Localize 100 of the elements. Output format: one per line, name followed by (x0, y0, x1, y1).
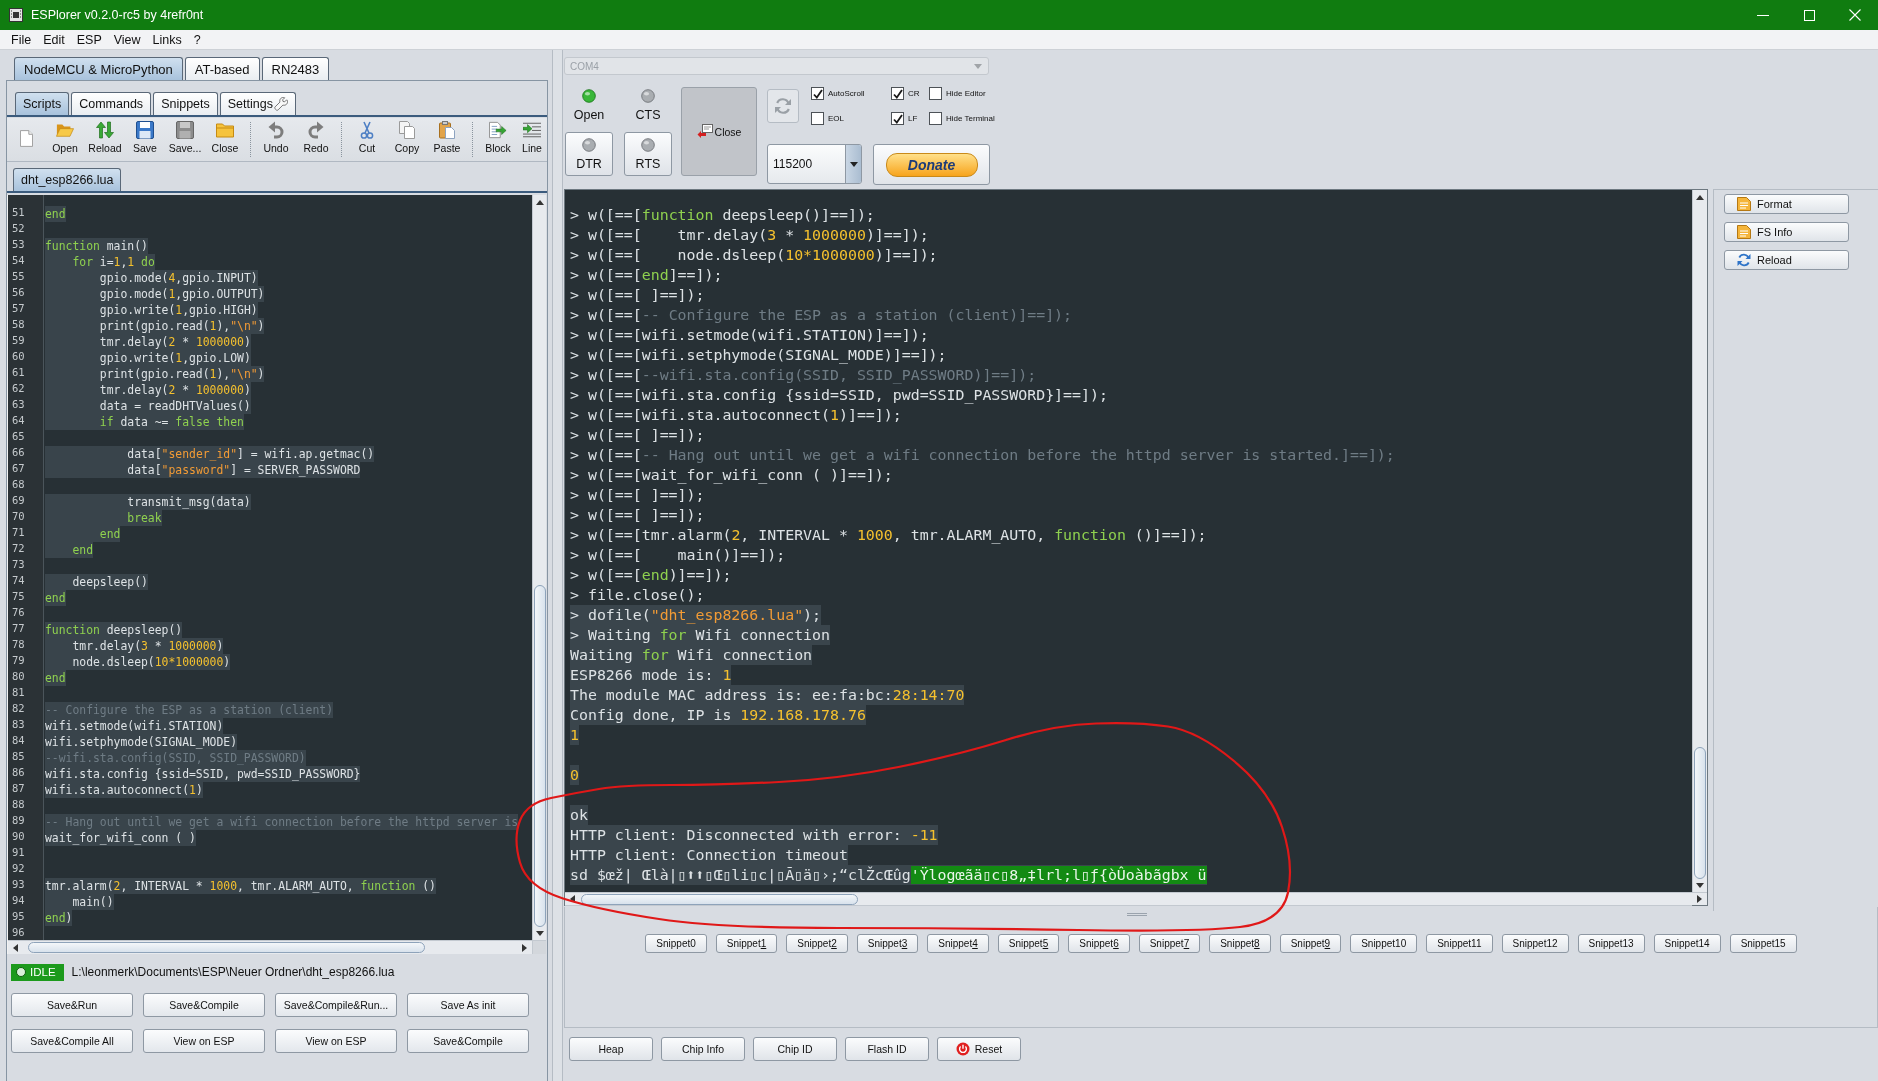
scrollbar-thumb[interactable] (533, 585, 546, 927)
code-editor[interactable] (7, 195, 546, 954)
scroll-left-icon[interactable] (570, 895, 575, 903)
script-action-button[interactable]: Save&Run (11, 993, 133, 1017)
snippet-button[interactable]: Snippet10 (1350, 934, 1418, 953)
toolbar-button[interactable]: Copy (387, 118, 427, 161)
document-arrow-icon (489, 121, 507, 139)
script-action-button[interactable]: Save&Compile&Run... (275, 993, 397, 1017)
line-number: 91 (11, 845, 25, 860)
snippet-button[interactable]: Snippet4 (927, 934, 989, 953)
baud-rate-dropdown[interactable]: 115200 (767, 144, 862, 184)
toolbar-button[interactable]: Save (125, 118, 165, 161)
undo-icon (267, 121, 285, 139)
toolbar-button[interactable]: Close (205, 118, 245, 161)
checkbox[interactable] (811, 87, 824, 100)
snippet-button[interactable]: Snippet7 (1138, 934, 1201, 953)
script-action-button[interactable]: View on ESP (275, 1029, 397, 1053)
vertical-scrollbar[interactable] (1692, 190, 1707, 892)
toolbar-button[interactable]: Cut (347, 118, 387, 161)
toolbar-button[interactable]: Save... (165, 118, 205, 161)
scroll-right-icon[interactable] (522, 943, 527, 952)
snippet-button[interactable]: Snippet5 (997, 934, 1060, 953)
chip-icon (9, 8, 23, 22)
toolbar-button[interactable]: Redo (296, 118, 336, 161)
splitter-grip-icon[interactable] (1127, 913, 1147, 916)
checkbox[interactable] (811, 112, 824, 125)
horizontal-scrollbar[interactable] (8, 940, 532, 954)
checkbox[interactable] (929, 87, 942, 100)
menu-item[interactable]: Links (146, 32, 188, 47)
snippet-button[interactable]: Snippet9 (1279, 934, 1342, 953)
toolbar-button[interactable]: Paste (427, 118, 467, 161)
snippet-button[interactable]: Snippet12 (1501, 934, 1569, 953)
scroll-up-icon[interactable] (535, 200, 544, 205)
scroll-down-icon[interactable] (535, 931, 544, 936)
horizontal-scrollbar[interactable] (565, 892, 1707, 905)
donate-button[interactable]: Donate (873, 144, 990, 185)
toolbar-button[interactable]: Open (45, 118, 85, 161)
toolbar-button[interactable]: Block (478, 118, 518, 161)
snippet-button[interactable]: Snippet6 (1068, 934, 1130, 953)
checkbox[interactable] (891, 112, 904, 125)
device-command-button[interactable]: Heap (569, 1037, 653, 1061)
line-number: 70 (11, 509, 25, 524)
snippet-button[interactable]: Snippet14 (1653, 934, 1721, 953)
firmware-tab[interactable]: RN2483 (261, 57, 330, 80)
editor-tab[interactable]: Settings (219, 92, 296, 115)
toolbar-button[interactable]: Line (518, 118, 546, 161)
checkbox[interactable] (891, 87, 904, 100)
device-command-button[interactable]: Flash ID (845, 1037, 929, 1061)
side-action-button[interactable]: Reload (1724, 250, 1849, 270)
menu-item[interactable]: File (5, 32, 38, 47)
line-number: 83 (11, 717, 25, 732)
scroll-down-icon[interactable] (1696, 883, 1704, 888)
menu-item[interactable]: Edit (37, 32, 71, 47)
line-toggle-button[interactable]: DTR (565, 132, 613, 176)
maximize-icon[interactable] (1803, 9, 1815, 21)
editor-tab[interactable]: Snippets (153, 92, 218, 115)
snippet-button[interactable]: Snippet15 (1729, 934, 1797, 953)
device-command-button[interactable]: Reset (937, 1037, 1021, 1061)
line-toggle-button[interactable]: RTS (624, 132, 672, 176)
snippet-button[interactable]: Snippet2 (786, 934, 848, 953)
snippet-button[interactable]: Snippet1 (715, 934, 778, 953)
snippet-button[interactable]: Snippet8 (1209, 934, 1271, 953)
snippet-button[interactable]: Snippet11 (1426, 934, 1493, 953)
close-icon[interactable] (1849, 9, 1861, 21)
close-port-button[interactable]: Close (681, 87, 757, 176)
vertical-scrollbar[interactable] (532, 195, 546, 940)
scrollbar-thumb[interactable] (1694, 747, 1706, 879)
script-action-button[interactable]: Save&Compile (407, 1029, 529, 1053)
menu-item[interactable]: ? (187, 32, 207, 47)
menu-item[interactable]: ESP (70, 32, 108, 47)
script-action-button[interactable]: Save As init (407, 993, 529, 1017)
editor-tab[interactable]: Scripts (15, 92, 70, 115)
device-command-button[interactable]: Chip Info (661, 1037, 745, 1061)
terminal-line: > w([==[-- Hang out until we get a wifi connection before the httpd server is started.]==]); (570, 445, 1395, 465)
menu-item[interactable]: View (107, 32, 147, 47)
editor-tab[interactable]: Commands (71, 92, 152, 115)
scrollbar-thumb[interactable] (581, 893, 858, 905)
script-action-button[interactable]: Save&Compile All (11, 1029, 133, 1053)
firmware-tab[interactable]: NodeMCU & MicroPython (14, 57, 183, 80)
side-action-button[interactable]: Format (1724, 194, 1849, 214)
scrollbar-thumb[interactable] (28, 942, 425, 953)
toolbar-button[interactable]: Reload (85, 118, 125, 161)
toolbar-button[interactable]: Undo (256, 118, 296, 161)
firmware-tab[interactable]: AT-based (184, 57, 260, 80)
line-number: 64 (11, 413, 25, 428)
terminal-line: > w([==[ node.dsleep(10*1000000)]==]); (570, 245, 938, 265)
terminal-output[interactable] (564, 189, 1708, 906)
side-action-button[interactable]: FS Info (1724, 222, 1849, 242)
snippet-button[interactable]: Snippet13 (1577, 934, 1645, 953)
checkbox[interactable] (929, 112, 942, 125)
script-action-button[interactable]: Save&Compile (143, 993, 265, 1017)
scroll-right-icon[interactable] (1697, 895, 1702, 903)
script-action-button[interactable]: View on ESP (143, 1029, 265, 1053)
scroll-up-icon[interactable] (1696, 195, 1704, 200)
minimize-icon[interactable] (1757, 14, 1769, 16)
snippet-button[interactable]: Snippet3 (856, 934, 919, 953)
scroll-left-icon[interactable] (13, 943, 18, 952)
file-tab[interactable]: dht_esp8266.lua (13, 168, 122, 191)
snippet-button[interactable]: Snippet0 (645, 934, 707, 953)
device-command-button[interactable]: Chip ID (753, 1037, 837, 1061)
